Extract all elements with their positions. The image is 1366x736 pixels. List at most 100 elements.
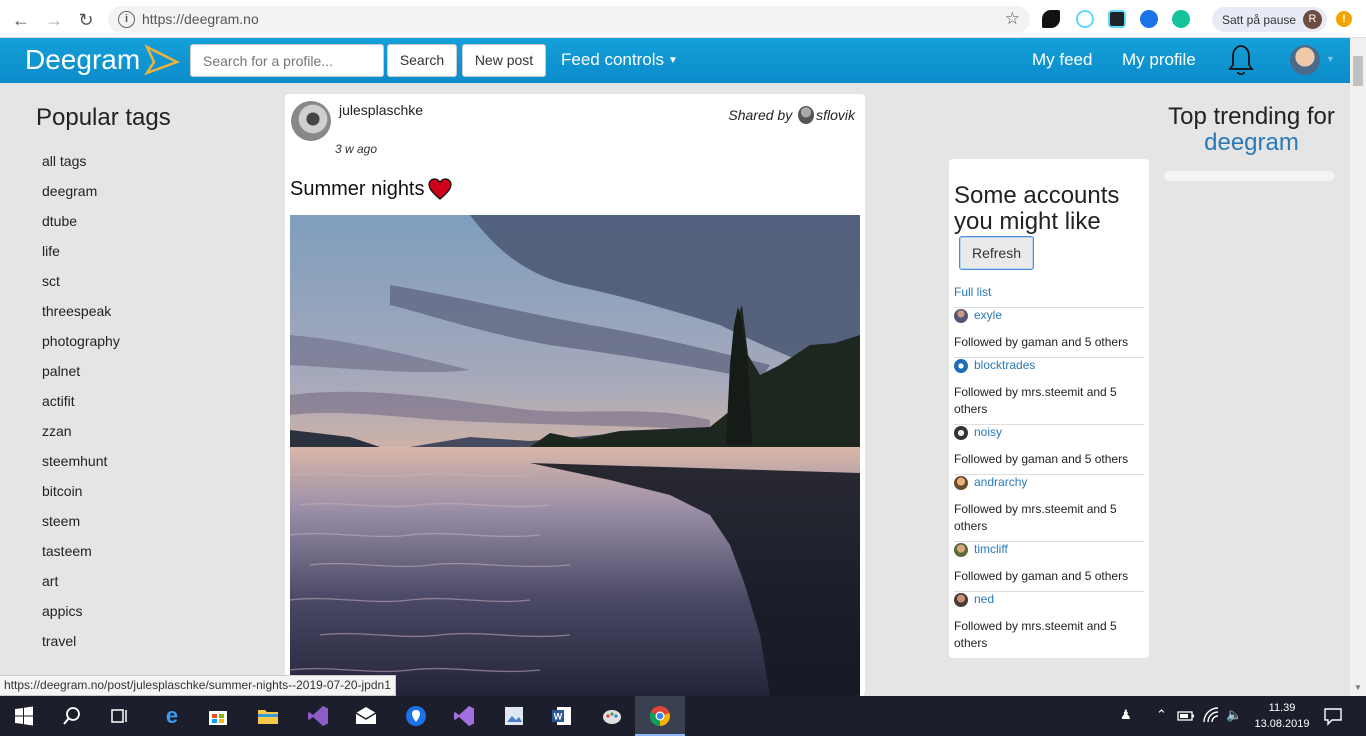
people-icon[interactable]: ♟	[1120, 707, 1132, 723]
browser-user-avatar: R	[1303, 10, 1322, 29]
account-name[interactable]: timcliff	[974, 542, 1008, 556]
tag-item[interactable]: appics	[42, 603, 82, 619]
extension-devtools-icon[interactable]	[1108, 10, 1126, 28]
tag-item[interactable]: bitcoin	[42, 483, 82, 499]
brand-logo-text[interactable]: Deegram	[25, 44, 140, 76]
post-title: Summer nights	[290, 178, 425, 200]
trending-tag-link[interactable]: deegram	[1204, 129, 1299, 156]
profile-pause-pill[interactable]: Satt på pause R	[1212, 7, 1327, 32]
extension-a-icon[interactable]	[1140, 10, 1158, 28]
sharer-avatar[interactable]	[798, 106, 815, 124]
account-followed-by: Followed by gaman and 5 others	[954, 569, 1129, 583]
tag-item[interactable]: tasteem	[42, 543, 92, 559]
avatar-caret-icon[interactable]: ▼	[1326, 54, 1335, 64]
account-name[interactable]: exyle	[974, 308, 1002, 322]
tag-item[interactable]: dtube	[42, 213, 77, 229]
popular-tags-title: Popular tags	[36, 104, 171, 131]
tag-item[interactable]: threespeak	[42, 303, 111, 319]
account-name[interactable]: noisy	[974, 425, 1002, 439]
account-avatar[interactable]	[954, 476, 968, 490]
account-avatar[interactable]	[954, 309, 968, 323]
forward-icon[interactable]: →	[43, 9, 65, 31]
battery-icon[interactable]	[1176, 706, 1196, 726]
scroll-down-icon[interactable]: ▼	[1354, 683, 1362, 692]
new-post-button[interactable]: New post	[462, 44, 546, 77]
account-avatar[interactable]	[954, 593, 968, 607]
account-name[interactable]: blocktrades	[974, 358, 1035, 372]
site-navbar: Deegram Search New post Feed controls ▼ M…	[0, 38, 1350, 83]
back-icon[interactable]: ←	[10, 9, 32, 31]
image-viewer-icon[interactable]	[502, 704, 526, 728]
tray-chevron-up-icon[interactable]: ⌃	[1156, 707, 1167, 723]
profile-search-input[interactable]	[190, 44, 384, 77]
tag-item[interactable]: art	[42, 573, 58, 589]
tag-item[interactable]: zzan	[42, 423, 72, 439]
task-view-icon[interactable]	[108, 704, 132, 728]
notification-bell-icon[interactable]	[1222, 41, 1260, 79]
tag-item[interactable]: deegram	[42, 183, 97, 199]
visual-studio-code-icon[interactable]	[306, 704, 330, 728]
tag-item[interactable]: steemhunt	[42, 453, 107, 469]
author-avatar[interactable]	[291, 101, 331, 141]
account-avatar[interactable]	[954, 359, 968, 373]
page-scrollbar[interactable]: ▼	[1350, 38, 1366, 696]
shared-by-label: Shared by	[728, 107, 793, 123]
site-info-icon[interactable]: i	[118, 11, 135, 28]
feed-controls-label: Feed controls	[561, 50, 664, 69]
store-icon[interactable]	[206, 704, 230, 728]
tag-item[interactable]: sct	[42, 273, 60, 289]
system-clock[interactable]: 11.39 13.08.2019	[1252, 700, 1312, 732]
full-list-link[interactable]: Full list	[954, 285, 991, 299]
tag-item[interactable]: travel	[42, 633, 76, 649]
account-name[interactable]: ned	[974, 592, 994, 606]
tag-item[interactable]: palnet	[42, 363, 80, 379]
update-alert-icon[interactable]: !	[1336, 11, 1352, 27]
account-followed-by: Followed by mrs.steemit and 5 others	[954, 619, 1117, 650]
visual-studio-icon[interactable]	[452, 704, 476, 728]
refresh-button[interactable]: Refresh	[959, 236, 1034, 270]
tag-item[interactable]: steem	[42, 513, 80, 529]
account-name[interactable]: andrarchy	[974, 475, 1027, 489]
extension-react-icon[interactable]	[1076, 10, 1094, 28]
extension-quill-icon[interactable]	[1042, 10, 1060, 28]
paint-icon[interactable]	[600, 704, 624, 728]
word-icon[interactable]: W	[550, 704, 574, 728]
file-explorer-icon[interactable]	[256, 704, 280, 728]
mail-icon[interactable]	[354, 704, 378, 728]
address-bar[interactable]: i https://deegram.no ☆	[108, 6, 1030, 33]
tag-item[interactable]: life	[42, 243, 60, 259]
extension-grammarly-icon[interactable]	[1172, 10, 1190, 28]
post-timestamp: 3 w ago	[335, 142, 378, 156]
search-button[interactable]: Search	[387, 44, 457, 77]
brand-arrow-icon	[144, 44, 180, 76]
post-photo[interactable]	[290, 215, 860, 696]
chrome-icon[interactable]	[648, 704, 672, 728]
notifications-icon[interactable]	[1322, 705, 1344, 727]
tag-item[interactable]: actifit	[42, 393, 75, 409]
feed-controls-dropdown[interactable]: Feed controls ▼	[561, 50, 678, 70]
scrollbar-thumb[interactable]	[1353, 56, 1363, 86]
account-followed-by: Followed by mrs.steemit and 5 others	[954, 502, 1117, 533]
pause-label: Satt på pause	[1222, 13, 1297, 27]
windows-start-icon[interactable]	[12, 704, 36, 728]
account-followed-by: Followed by mrs.steemit and 5 others	[954, 385, 1117, 416]
my-profile-link[interactable]: My profile	[1122, 50, 1196, 70]
user-avatar[interactable]	[1290, 45, 1320, 75]
volume-muted-icon[interactable]: 🔈	[1226, 707, 1242, 723]
post-author[interactable]: julesplaschke	[339, 102, 423, 118]
suggested-accounts-card: Some accounts you might like Refresh Ful…	[949, 159, 1149, 658]
my-feed-link[interactable]: My feed	[1032, 50, 1092, 70]
address-url[interactable]: https://deegram.no	[142, 11, 259, 27]
account-avatar[interactable]	[954, 543, 968, 557]
suggestions-title: Some accounts you might like	[954, 182, 1120, 235]
wifi-icon[interactable]	[1202, 706, 1222, 726]
maps-icon[interactable]	[404, 704, 428, 728]
account-avatar[interactable]	[954, 426, 968, 440]
reload-icon[interactable]: ↻	[75, 9, 97, 31]
bookmark-star-icon[interactable]: ☆	[1005, 9, 1020, 29]
edge-browser-icon[interactable]: e	[160, 704, 184, 728]
sharer-name[interactable]: sflovik	[816, 107, 855, 123]
tag-item[interactable]: all tags	[42, 153, 86, 169]
tag-item[interactable]: photography	[42, 333, 120, 349]
search-icon[interactable]	[60, 704, 84, 728]
